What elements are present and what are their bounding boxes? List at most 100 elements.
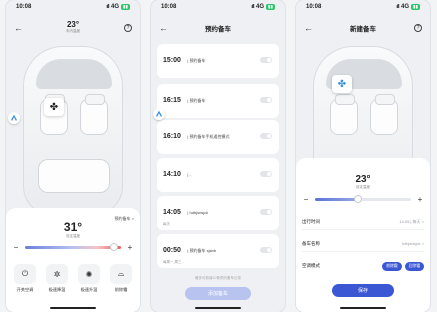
reservation-time: 00:50	[163, 247, 181, 254]
reservation-item[interactable]: 16:15 | 预约备车	[157, 84, 279, 118]
minus-button[interactable]: −	[302, 195, 310, 204]
reservation-name-row[interactable]: 备车名称 hdbjsnsjck >	[302, 236, 424, 252]
help-icon[interactable]: ?	[124, 24, 132, 32]
departure-time-value: 14:05 | 每天 >	[399, 218, 424, 224]
reservation-name: | hdbjsnsjck	[187, 210, 209, 215]
passenger-seat[interactable]	[80, 94, 108, 135]
defrost-icon: ⌓	[110, 264, 132, 284]
save-button[interactable]: 保存	[332, 284, 394, 297]
reservation-repeat: 每周一,周三	[163, 260, 182, 264]
fan-icon[interactable]: ✤	[44, 98, 64, 116]
minus-button[interactable]: −	[12, 243, 20, 252]
battery-icon: ▮▮	[266, 4, 275, 10]
car-top-view: ✤	[23, 46, 123, 216]
reservation-repeat: 每天	[163, 222, 170, 226]
reservation-toggle[interactable]	[260, 247, 272, 253]
reservation-name: | 预约备车 sjsbb	[187, 248, 216, 253]
quick-cool-button[interactable]: ✲ 极速降温	[44, 264, 70, 293]
navbar: ← 预约备车	[151, 18, 285, 38]
quick-action-label: 前除霜	[114, 287, 128, 292]
reservation-item[interactable]: 00:50 | 预约备车 sjsbb 每周一,周三	[157, 234, 279, 268]
help-icon[interactable]: ?	[414, 24, 422, 32]
departure-time-row[interactable]: 出行时间 14:05 | 每天 >	[302, 214, 424, 230]
navbar: ← 新建备车 ?	[296, 18, 430, 38]
temperature-knob[interactable]	[354, 194, 363, 203]
temperature-slider: − +	[302, 194, 424, 204]
fan-cool-icon: ✲	[46, 264, 68, 284]
status-bar: 10:08 ıll 4G ▮▮	[151, 0, 285, 14]
navbar: ← 23° 车内温度 ?	[6, 18, 140, 38]
page-title: 预约备车	[205, 26, 231, 33]
network-label: 4G	[256, 4, 265, 10]
fan-icon[interactable]: ✤	[332, 75, 352, 93]
reservation-item[interactable]: 14:10 | -	[157, 158, 279, 192]
reservation-item[interactable]: 14:05 | hdbjsnsjck 每天	[157, 196, 279, 230]
reservation-list-screen: 10:08 ıll 4G ▮▮ ← 预约备车 15:00 | 预约备车 16:1…	[151, 0, 285, 312]
departure-time-label: 出行时间	[302, 218, 320, 224]
status-time: 10:08	[161, 4, 177, 10]
passenger-seat[interactable]	[370, 94, 398, 135]
signal-icon: ıll	[396, 4, 400, 10]
reservation-form: 23° 设定温度 − + 出行时间 14:05 | 每天 > 备车名称 hdbj…	[296, 158, 430, 312]
signal-icon: ıll	[106, 4, 110, 10]
status-bar: 10:08 ıll 4G ▮▮	[6, 0, 140, 14]
battery-icon: ▮▮	[121, 4, 130, 10]
brand-logo-icon	[153, 108, 165, 120]
plus-button[interactable]: +	[416, 195, 424, 204]
set-temp-label: 设定温度	[356, 185, 370, 189]
reservation-item[interactable]: 16:10 | 预约备车手机遥控模式	[157, 120, 279, 154]
ac-mode-row: 空调模式 前除霜 后除霜	[302, 258, 424, 274]
reservation-toggle[interactable]	[260, 133, 272, 139]
reservation-time: 16:15	[163, 97, 181, 104]
home-indicator	[340, 307, 386, 309]
climate-control-screen: 10:08 ıll 4G ▮▮ ← 23° 车内温度 ? ✤ 预约备车 > 31…	[6, 0, 140, 312]
quick-action-label: 开关空调	[16, 287, 34, 292]
status-bar: 10:08 ıll 4G ▮▮	[296, 0, 430, 14]
back-arrow-icon[interactable]: ←	[159, 23, 168, 33]
set-temp-value: 31°	[63, 220, 83, 234]
back-arrow-icon[interactable]: ←	[304, 23, 313, 33]
ac-mode-label: 空调模式	[302, 263, 320, 268]
network-label: 4G	[111, 4, 120, 10]
reservation-toggle[interactable]	[260, 209, 272, 215]
set-temperature: 31° 设定温度	[6, 220, 140, 239]
reservation-time: 15:00	[163, 57, 181, 64]
cabin-temp-value: 23°	[66, 20, 80, 29]
rear-seats[interactable]	[38, 159, 110, 193]
temperature-knob[interactable]	[110, 242, 119, 251]
reservation-name-value: hdbjsnsjck >	[401, 241, 424, 246]
reservation-toggle[interactable]	[260, 97, 272, 103]
reservation-item[interactable]: 15:00 | 预约备车	[157, 44, 279, 78]
defrost-button[interactable]: ⌓ 前除霜	[108, 264, 134, 293]
temperature-slider: − +	[12, 242, 134, 252]
ac-mode-chips: 前除霜 后除霜	[382, 261, 424, 271]
brand-logo-icon	[8, 112, 20, 124]
new-reservation-screen: 10:08 ıll 4G ▮▮ ← 新建备车 ? ✤ 23° 设定温度 − +	[296, 0, 430, 312]
status-time: 10:08	[16, 4, 32, 10]
power-button[interactable]: ⏻ 开关空调	[12, 264, 38, 293]
quick-action-label: 极速降温	[48, 287, 66, 292]
reservation-time: 14:05	[163, 209, 181, 216]
reservation-name: | 预约备车	[187, 58, 206, 63]
add-reservation-button[interactable]: 添加备车	[185, 287, 251, 300]
driver-seat[interactable]	[330, 94, 358, 135]
reservation-name: | -	[187, 172, 191, 177]
battery-icon: ▮▮	[411, 4, 420, 10]
climate-panel: 预约备车 > 31° 设定温度 − + ⏻ 开关空调 ✲ 极速降温 ✺ 极速升温	[6, 208, 140, 312]
network-label: 4G	[401, 4, 410, 10]
reservation-toggle[interactable]	[260, 171, 272, 177]
cabin-temp-label: 车内温度	[66, 29, 80, 33]
home-indicator	[195, 307, 241, 309]
fan-heat-icon: ✺	[78, 264, 100, 284]
mode-chip-front-defrost[interactable]: 前除霜	[382, 261, 402, 271]
temperature-track[interactable]	[25, 242, 121, 251]
reservation-time: 16:10	[163, 133, 181, 140]
quick-heat-button[interactable]: ✺ 极速升温	[76, 264, 102, 293]
reservation-limit-note: 最多可新增10条预约备车记录	[195, 276, 241, 280]
home-indicator	[50, 307, 96, 309]
reservation-toggle[interactable]	[260, 57, 272, 63]
temperature-track[interactable]	[315, 194, 411, 203]
mode-chip-rear-defrost[interactable]: 后除霜	[404, 261, 424, 271]
reservation-name: | 预约备车手机遥控模式	[187, 134, 230, 139]
plus-button[interactable]: +	[126, 243, 134, 252]
